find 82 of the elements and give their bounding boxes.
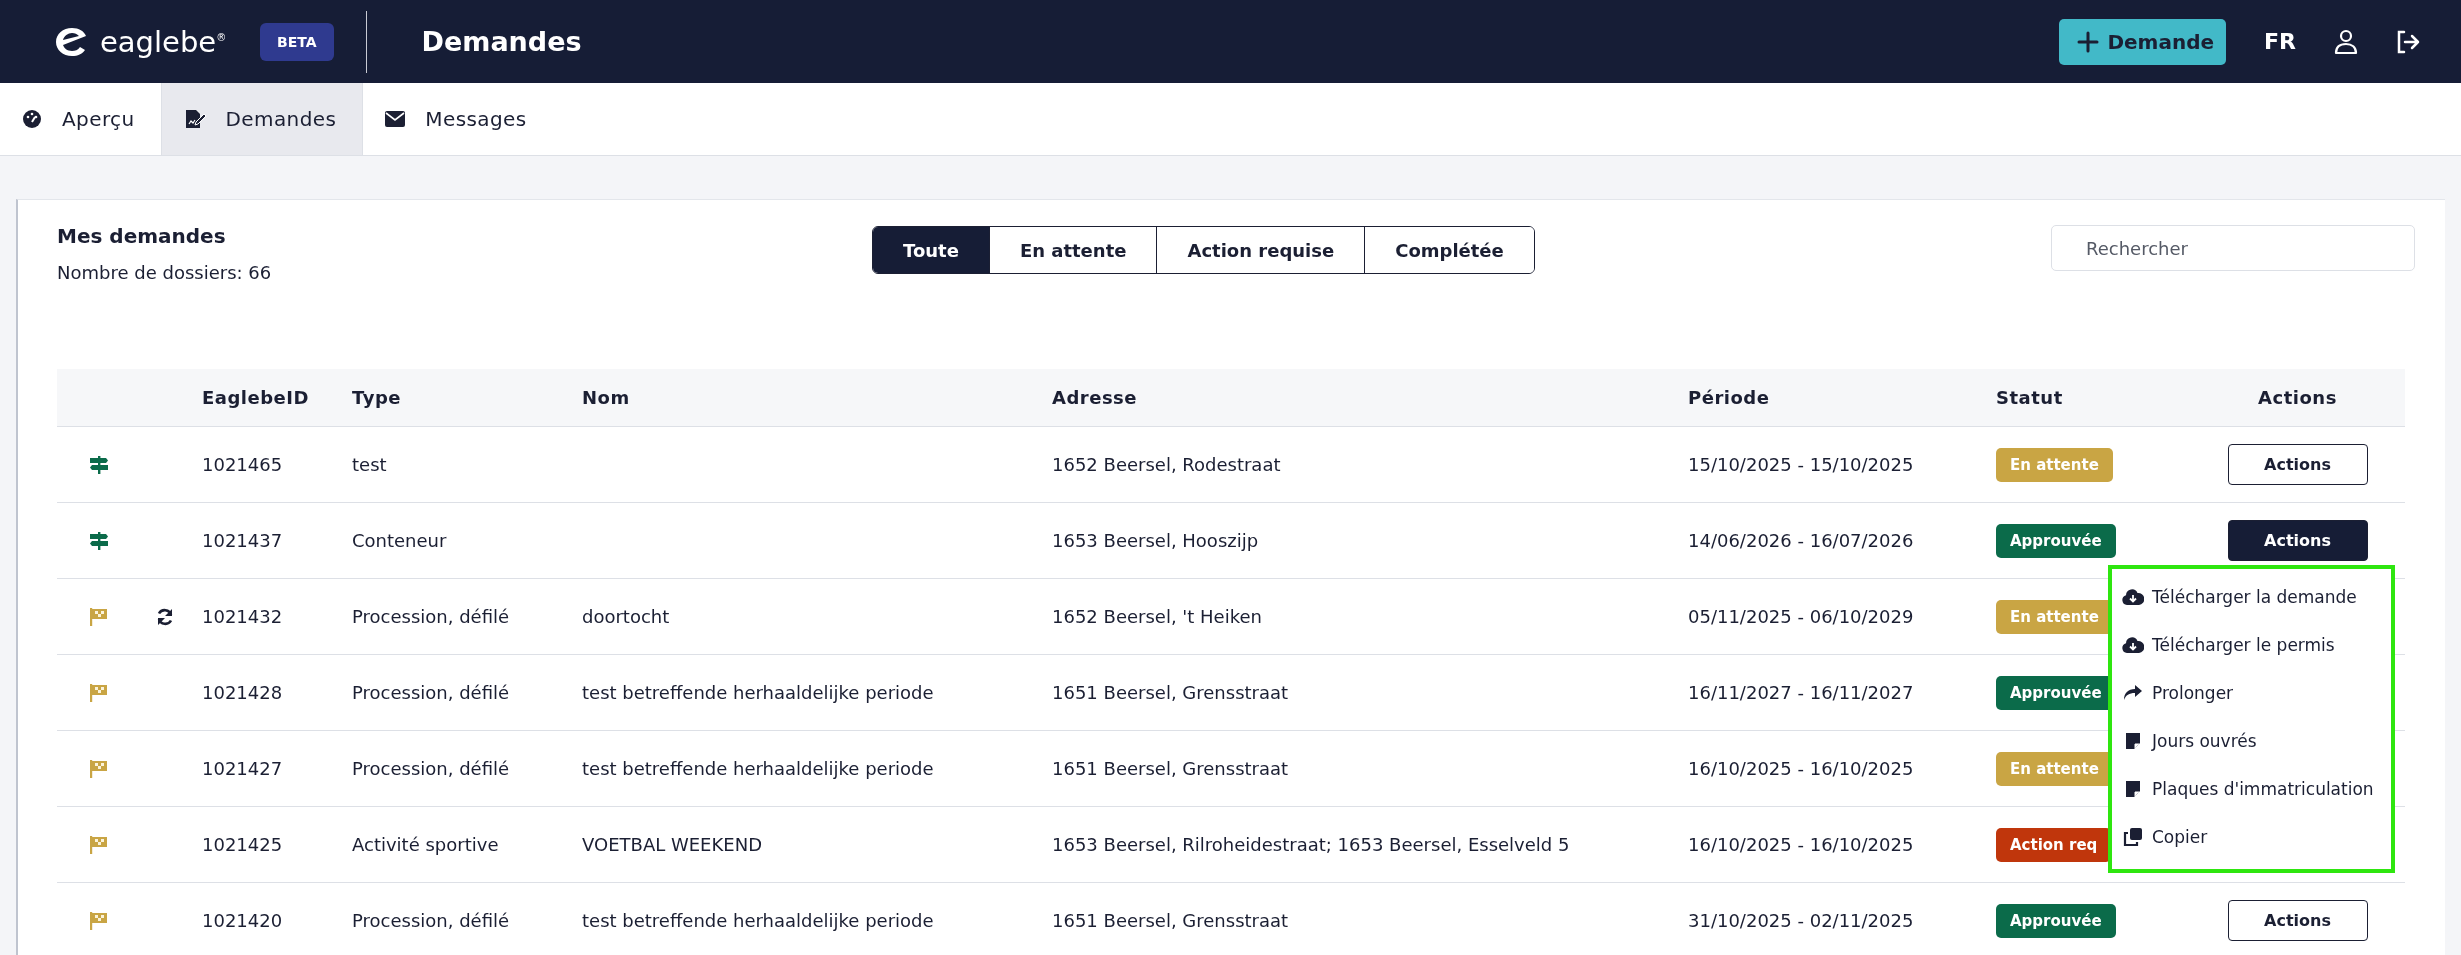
table-cell: 1021427 bbox=[202, 758, 283, 779]
table-cell: 16/11/2027 - 16/11/2027 bbox=[1688, 682, 1914, 703]
column-header: Actions bbox=[2257, 387, 2338, 408]
table-cell: 1653 Beersel, Rilroheidestraat; 1653 Beersel, Esselveld 5 bbox=[1052, 834, 1570, 855]
table-cell: 1652 Beersel, Rodestraat bbox=[1052, 454, 1281, 475]
signpost-icon bbox=[88, 530, 109, 551]
table-cell: test betreffende herhaaldelijke periode bbox=[582, 758, 934, 779]
status-badge: Approuvée bbox=[1996, 523, 2116, 558]
plus-icon bbox=[2077, 30, 2100, 53]
flag-icon bbox=[88, 834, 109, 855]
table-cell: 16/10/2025 - 16/10/2025 bbox=[1688, 834, 1914, 855]
table-cell: 31/10/2025 - 02/11/2025 bbox=[1688, 910, 1914, 931]
column-header: EaglebeID bbox=[201, 387, 310, 408]
menu-item[interactable]: Jours ouvrés bbox=[2112, 717, 2391, 765]
menu-item[interactable]: Télécharger le permis bbox=[2112, 621, 2391, 669]
filter-tab[interactable]: Complétée bbox=[1364, 227, 1534, 273]
language-selector[interactable]: FR bbox=[2264, 29, 2296, 54]
nav-tab[interactable]: Messages bbox=[363, 83, 553, 155]
table-cell: Activité sportive bbox=[352, 834, 499, 855]
table-cell: 1021425 bbox=[202, 834, 283, 855]
table-cell: 05/11/2025 - 06/10/2029 bbox=[1688, 606, 1914, 627]
file-count: Nombre de dossiers: 66 bbox=[57, 262, 273, 283]
actions-button[interactable]: Actions bbox=[2227, 900, 2368, 941]
actions-button[interactable]: Actions bbox=[2227, 520, 2368, 561]
cloud-download-icon bbox=[2122, 637, 2144, 653]
table-cell: test betreffende herhaaldelijke periode bbox=[582, 682, 934, 703]
logout-icon[interactable] bbox=[2395, 29, 2421, 54]
nav-tab[interactable]: Demandes bbox=[160, 83, 364, 155]
page-title: Demandes bbox=[421, 26, 582, 57]
flag-icon bbox=[88, 758, 109, 779]
envelope-icon bbox=[385, 111, 406, 127]
table-cell: test bbox=[352, 454, 387, 475]
table-cell: Procession, défilé bbox=[352, 606, 510, 627]
table-cell: test betreffende herhaaldelijke periode bbox=[582, 910, 934, 931]
table-cell: 16/10/2025 - 16/10/2025 bbox=[1688, 758, 1914, 779]
logo-text: eaglebe$^{®}$ bbox=[100, 24, 227, 59]
table-cell: 1021465 bbox=[202, 454, 283, 475]
table-cell: 1021420 bbox=[202, 910, 283, 931]
table-cell: 1653 Beersel, Hooszijp bbox=[1052, 530, 1259, 551]
table-cell: 1021428 bbox=[202, 682, 283, 703]
column-header: Nom bbox=[581, 387, 631, 408]
gauge-icon bbox=[22, 109, 42, 129]
document-edit-icon bbox=[183, 108, 206, 130]
card-title: Mes demandes bbox=[57, 224, 227, 248]
table-cell: 1652 Beersel, 't Heiken bbox=[1052, 606, 1262, 627]
table-cell: Procession, défilé bbox=[352, 758, 510, 779]
nav-tab[interactable]: Aperçu bbox=[0, 83, 161, 155]
table-cell: 1651 Beersel, Grensstraat bbox=[1052, 910, 1289, 931]
table-cell: doortocht bbox=[582, 606, 670, 627]
refresh-icon bbox=[155, 606, 175, 627]
flag-icon bbox=[88, 910, 109, 931]
menu-item[interactable]: Plaques d'immatriculation bbox=[2112, 765, 2391, 813]
beta-badge: BETA bbox=[260, 22, 334, 61]
table-cell: VOETBAL WEEKEND bbox=[582, 834, 762, 855]
flag-icon bbox=[88, 682, 109, 703]
status-badge: En attente bbox=[1996, 447, 2113, 482]
table-cell: 15/10/2025 - 15/10/2025 bbox=[1688, 454, 1914, 475]
column-header: Type bbox=[351, 387, 402, 408]
flag-icon bbox=[88, 606, 109, 627]
table-cell: 1651 Beersel, Grensstraat bbox=[1052, 682, 1289, 703]
actions-button[interactable]: Actions bbox=[2227, 444, 2368, 485]
cloud-download-icon bbox=[2122, 589, 2144, 605]
status-badge: Approuvée bbox=[1996, 903, 2116, 938]
table-cell: 14/06/2026 - 16/07/2026 bbox=[1688, 530, 1914, 551]
new-request-button[interactable]: Demande bbox=[2059, 18, 2227, 65]
menu-item[interactable]: Copier bbox=[2112, 813, 2391, 861]
user-icon[interactable] bbox=[2334, 28, 2358, 55]
signpost-icon bbox=[88, 454, 109, 475]
table-cell: Procession, défilé bbox=[352, 910, 510, 931]
copy-icon bbox=[2122, 827, 2144, 847]
column-header: Période bbox=[1687, 387, 1771, 408]
table-cell: 1651 Beersel, Grensstraat bbox=[1052, 758, 1289, 779]
table-cell: Procession, défilé bbox=[352, 682, 510, 703]
menu-item[interactable]: Télécharger la demande bbox=[2112, 573, 2391, 621]
share-arrow-icon bbox=[2122, 684, 2144, 702]
table-cell: Conteneur bbox=[352, 530, 447, 551]
search-field[interactable]: Rechercher bbox=[2051, 225, 2415, 271]
column-header: Statut bbox=[1995, 387, 2064, 408]
table-cell: 1021437 bbox=[202, 530, 283, 551]
table-cell: 1021432 bbox=[202, 606, 283, 627]
filter-tab[interactable]: Toute bbox=[873, 227, 989, 273]
column-header: Adresse bbox=[1051, 387, 1139, 408]
